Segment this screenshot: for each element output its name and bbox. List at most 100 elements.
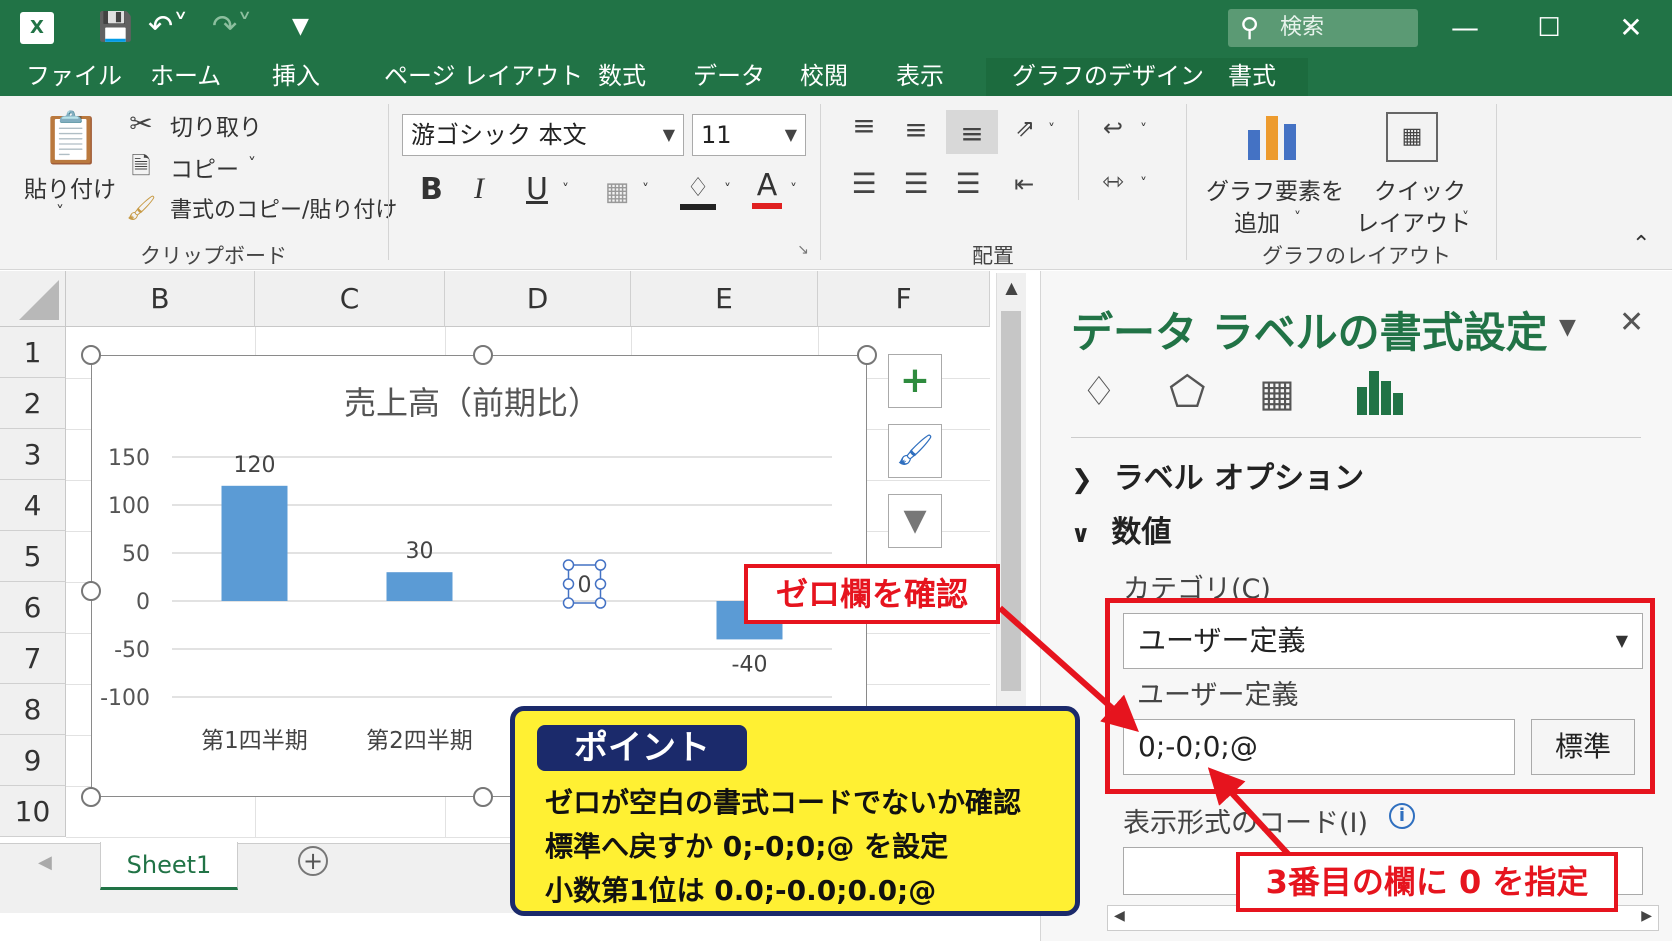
row-header[interactable]: 10 [0,786,66,837]
column-header[interactable]: F [818,271,990,327]
column-header[interactable]: B [66,271,255,327]
quick-layout-icon[interactable]: ▦ [1386,112,1438,162]
borders-dropdown-icon[interactable]: ˅ [642,182,649,198]
merge-icon[interactable]: ⇿ [1096,166,1130,198]
row-header[interactable]: 5 [0,531,66,582]
tab-review[interactable]: 校閲 [800,58,848,96]
column-header[interactable]: C [255,271,445,327]
sheet-tab-sheet1[interactable]: Sheet1 [100,842,238,890]
decrease-indent-icon[interactable]: ⇤ [1004,168,1044,200]
copy-icon[interactable]: 🗎 [126,150,156,182]
bold-button[interactable]: B [420,172,443,207]
copy-dropdown-icon[interactable]: ˅ [248,154,256,173]
row-header[interactable]: 8 [0,684,66,735]
add-chart-element-label-2[interactable]: 追加 [1234,204,1280,238]
chart-elements-button[interactable]: + [888,354,942,408]
copy-label[interactable]: コピー [170,150,239,184]
fill-color-icon[interactable]: ♢ [680,172,716,210]
paste-icon[interactable]: 📋 [40,108,102,168]
tab-formulas[interactable]: 数式 [598,58,646,96]
add-chart-element-icon[interactable] [1246,116,1298,160]
row-header[interactable]: 4 [0,480,66,531]
maximize-icon[interactable]: ☐ [1524,8,1574,48]
collapse-ribbon-icon[interactable]: ⌃ [1632,232,1650,257]
chart-filter-icon[interactable]: ▼ [888,494,942,548]
add-chart-element-label[interactable]: グラフ要素を [1206,172,1344,206]
tab-file[interactable]: ファイル [26,58,122,96]
orientation-dropdown-icon[interactable]: ˅ [1048,122,1055,138]
quick-layout-label[interactable]: クイック [1374,172,1466,206]
format-painter-label[interactable]: 書式のコピー/貼り付け [170,192,397,224]
search-box[interactable]: ⚲ 検索 [1228,9,1418,47]
tab-page-layout[interactable]: ページ レイアウト [384,58,583,96]
font-color-dropdown-icon[interactable]: ˅ [790,182,797,198]
format-painter-icon[interactable]: 🖌 [126,192,156,224]
add-sheet-icon[interactable]: + [298,846,328,876]
select-all-corner[interactable] [0,271,66,327]
tab-chart-design[interactable]: グラフのデザイン [986,58,1216,96]
align-bottom-icon[interactable]: ≡ [946,110,998,154]
pane-close-icon[interactable]: ✕ [1619,305,1644,340]
number-section[interactable]: ∨ 数値 [1071,507,1171,551]
scroll-right-icon[interactable]: ▶ [1641,908,1652,924]
scroll-left-icon[interactable]: ◀ [1114,908,1125,924]
align-middle-icon[interactable]: ≡ [898,114,934,146]
chart-resize-handle[interactable] [81,787,101,807]
chart-resize-handle[interactable] [81,581,101,601]
wrap-dropdown-icon[interactable]: ˅ [1140,122,1147,138]
paste-label[interactable]: 貼り付け [24,170,116,204]
label-options-chart-icon[interactable] [1357,371,1403,415]
align-left-icon[interactable]: ☰ [846,168,882,200]
close-icon[interactable]: ✕ [1606,8,1656,48]
align-right-icon[interactable]: ☰ [950,168,986,200]
pane-options-chevron-icon[interactable]: ▼ [1559,315,1576,340]
cut-label[interactable]: 切り取り [170,108,262,142]
info-icon[interactable]: i [1389,803,1415,829]
borders-icon[interactable]: ▦ [600,176,634,208]
align-top-icon[interactable]: ≡ [846,110,882,142]
merge-dropdown-icon[interactable]: ˅ [1140,176,1147,192]
font-name-combo[interactable]: 游ゴシック 本文 ▼ [402,114,684,156]
tab-home[interactable]: ホーム [150,58,221,96]
chart-styles-brush-icon[interactable]: 🖌 [888,424,942,478]
column-header[interactable]: E [631,271,818,327]
chart-resize-handle[interactable] [473,345,493,365]
align-center-icon[interactable]: ☰ [898,168,934,200]
cut-icon[interactable]: ✂ [126,108,156,140]
minimize-icon[interactable]: — [1440,8,1490,48]
undo-icon[interactable]: ↶˅ [148,10,188,44]
add-chart-element-dropdown-icon[interactable]: ˅ [1294,210,1301,226]
row-header[interactable]: 7 [0,633,66,684]
row-header[interactable]: 6 [0,582,66,633]
row-header[interactable]: 3 [0,429,66,480]
quick-layout-dropdown-icon[interactable]: ˅ [1462,210,1469,226]
save-icon[interactable]: 💾 [98,10,133,44]
scroll-thumb[interactable] [1001,311,1021,691]
row-header[interactable]: 9 [0,735,66,786]
tab-format[interactable]: 書式 [1216,58,1308,96]
font-color-button[interactable]: A [752,168,782,209]
fill-line-icon[interactable]: ♢ [1081,369,1117,415]
font-dialog-launcher-icon[interactable]: ↘ [794,234,812,266]
customize-qat-icon[interactable]: ▼ [292,10,309,44]
paste-dropdown-icon[interactable]: ˅ [56,202,64,221]
scroll-up-icon[interactable]: ▲ [997,273,1026,303]
row-header[interactable]: 2 [0,378,66,429]
column-header[interactable]: D [445,271,631,327]
fill-dropdown-icon[interactable]: ˅ [724,182,731,198]
tab-view[interactable]: 表示 [896,58,944,96]
chart-resize-handle[interactable] [857,345,877,365]
redo-icon[interactable]: ↷˅ [212,10,252,44]
label-options-section[interactable]: ❯ ラベル オプション [1071,453,1364,497]
orientation-icon[interactable]: ⇗ [1010,112,1040,144]
quick-layout-label-2[interactable]: レイアウト [1356,204,1471,238]
font-size-combo[interactable]: 11 ▼ [692,114,806,156]
tab-insert[interactable]: 挿入 [272,58,320,96]
underline-button[interactable]: U [526,172,548,207]
wrap-text-icon[interactable]: ↩ [1096,112,1130,144]
tab-data[interactable]: データ [693,58,765,96]
chart-resize-handle[interactable] [473,787,493,807]
effects-pentagon-icon[interactable]: ⬠ [1169,367,1206,416]
underline-dropdown-icon[interactable]: ˅ [562,182,569,198]
chart-resize-handle[interactable] [81,345,101,365]
